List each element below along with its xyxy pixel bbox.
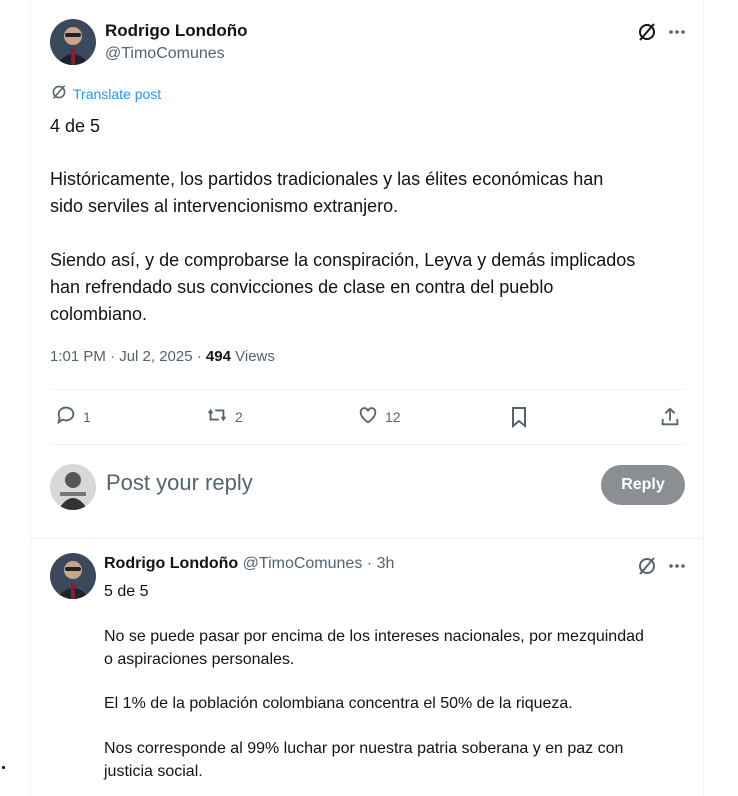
- grok-icon[interactable]: [635, 20, 659, 44]
- time-separator: ·: [366, 555, 373, 572]
- post-header: Rodrigo Londoño @TimoComunes · 3h: [104, 555, 394, 573]
- repost-count: 2: [235, 408, 243, 425]
- reply-input[interactable]: Post your reply: [106, 470, 253, 496]
- bookmark-icon[interactable]: [507, 405, 531, 429]
- post-line: Nos corresponde al 99% luchar por nuestr…: [104, 740, 624, 757]
- post-line: 5 de 5: [104, 583, 149, 600]
- repost-icon: [205, 404, 229, 429]
- author-avatar[interactable]: [50, 19, 96, 65]
- post-line: sido serviles al intervencionismo extran…: [50, 196, 399, 216]
- author-name[interactable]: Rodrigo Londoño: [105, 21, 248, 41]
- post-line: 4 de 5: [50, 116, 101, 136]
- post-line: o aspiraciones personales.: [104, 651, 295, 668]
- author-handle[interactable]: @TimoComunes: [105, 45, 225, 63]
- post-line: El 1% de la población colombiana concent…: [104, 695, 573, 712]
- grok-icon[interactable]: [635, 554, 659, 578]
- share-icon[interactable]: [658, 405, 682, 429]
- divider: [50, 389, 687, 390]
- post-line: colombiano.: [50, 304, 148, 324]
- post-line: justicia social.: [104, 763, 203, 780]
- author-name[interactable]: Rodrigo Londoño: [104, 555, 238, 572]
- current-user-avatar[interactable]: [50, 464, 96, 510]
- post-line: han refrendado sus convicciones de clase…: [50, 277, 554, 297]
- like-icon: [357, 404, 379, 429]
- more-icon[interactable]: [665, 20, 689, 44]
- author-handle[interactable]: @TimoComunes: [243, 555, 363, 572]
- post-line: Siendo así, y de comprobarse la conspira…: [50, 250, 636, 270]
- reply-action[interactable]: 1: [55, 404, 91, 429]
- main-post: Rodrigo Londoño @TimoComunes Translate p…: [31, 0, 705, 539]
- repost-action[interactable]: 2: [205, 404, 243, 429]
- thread-post[interactable]: Rodrigo Londoño @TimoComunes · 3h 5 de 5…: [31, 540, 705, 796]
- like-count: 12: [385, 408, 401, 425]
- more-icon[interactable]: [665, 554, 689, 578]
- post-line: No se puede pasar por encima de los inte…: [104, 628, 644, 645]
- post-meta: 1:01 PM · Jul 2, 2025 · 494 Views: [50, 348, 275, 365]
- translate-post-link[interactable]: Translate post: [51, 84, 161, 103]
- reply-button[interactable]: Reply: [601, 465, 685, 505]
- divider: [50, 444, 687, 445]
- reply-count: 1: [83, 408, 91, 425]
- like-action[interactable]: 12: [357, 404, 401, 429]
- translate-icon: [51, 84, 67, 103]
- views-count: 494: [205, 348, 231, 365]
- stray-dot: [2, 766, 5, 769]
- translate-label: Translate post: [73, 85, 162, 102]
- timeline-column: Rodrigo Londoño @TimoComunes Translate p…: [30, 0, 705, 796]
- views-label: Views: [235, 348, 275, 365]
- post-timestamp[interactable]: 1:01 PM · Jul 2, 2025 ·: [50, 348, 202, 365]
- post-time[interactable]: 3h: [377, 555, 395, 572]
- post-line: Históricamente, los partidos tradicional…: [50, 169, 604, 189]
- reply-icon: [55, 404, 77, 429]
- author-avatar[interactable]: [50, 553, 96, 599]
